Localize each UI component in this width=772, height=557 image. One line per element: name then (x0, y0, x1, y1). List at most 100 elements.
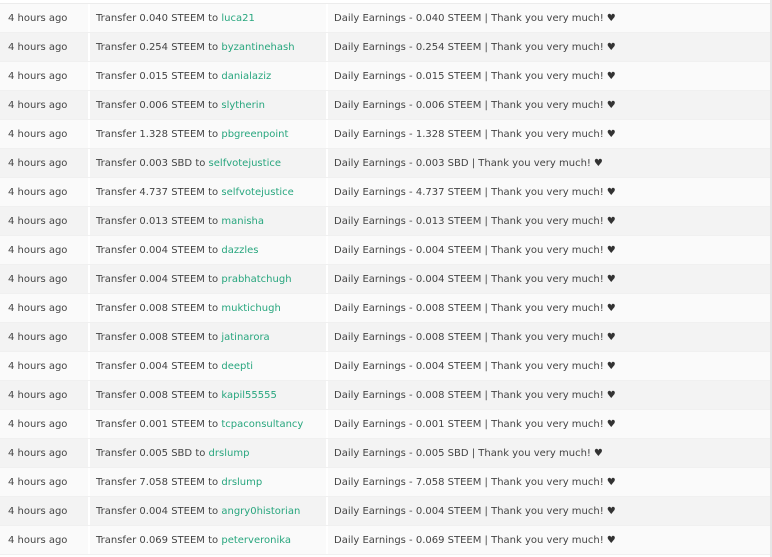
operation-label: Transfer (96, 186, 137, 198)
timestamp: 4 hours ago (8, 389, 68, 401)
operation-cell: Transfer 0.001 STEEM to tcpaconsultancy (88, 410, 326, 438)
table-row: 4 hours ago Transfer 0.004 STEEM to angry… (0, 497, 772, 526)
heart-icon: ♥ (606, 505, 616, 517)
recipient-account-link[interactable]: pbgreenpoint (221, 129, 288, 140)
operation-label: Transfer (96, 215, 137, 227)
memo-text: Daily Earnings - 0.004 STEEM | Thank you… (334, 505, 604, 517)
operation-label: Transfer (96, 244, 137, 256)
memo-cell: Daily Earnings - 0.040 STEEM | Thank you… (326, 4, 772, 32)
operation-cell: Transfer 0.013 STEEM to manisha (88, 207, 326, 235)
heart-icon: ♥ (606, 389, 616, 401)
memo-cell: Daily Earnings - 0.008 STEEM | Thank you… (326, 294, 772, 322)
recipient-account-link[interactable]: tcpaconsultancy (221, 419, 303, 430)
operation-cell: Transfer 0.003 SBD to selfvotejustice (88, 149, 326, 177)
to-label: to (208, 12, 219, 24)
recipient-account-link[interactable]: peterveronika (221, 535, 291, 546)
recipient-account-link[interactable]: slytherin (221, 100, 265, 111)
to-label: to (208, 389, 219, 401)
timestamp-cell: 4 hours ago (0, 236, 88, 264)
timestamp: 4 hours ago (8, 418, 68, 430)
operation-cell: Transfer 0.008 STEEM to kapil55555 (88, 381, 326, 409)
table-row: 4 hours ago Transfer 0.015 STEEM to dania… (0, 62, 772, 91)
timestamp-cell: 4 hours ago (0, 207, 88, 235)
table-row: 4 hours ago Transfer 0.254 STEEM to byzan… (0, 33, 772, 62)
recipient-account-link[interactable]: selfvotejustice (209, 158, 281, 169)
to-label: to (208, 70, 219, 82)
memo-text: Daily Earnings - 0.003 SBD | Thank you v… (334, 157, 591, 169)
operation-cell: Transfer 0.015 STEEM to danialaziz (88, 62, 326, 90)
to-label: to (208, 476, 219, 488)
timestamp: 4 hours ago (8, 331, 68, 343)
transfer-amount: 0.004 STEEM (139, 273, 205, 285)
memo-cell: Daily Earnings - 0.001 STEEM | Thank you… (326, 410, 772, 438)
recipient-account-link[interactable]: selfvotejustice (221, 187, 293, 198)
timestamp-cell: 4 hours ago (0, 410, 88, 438)
memo-cell: Daily Earnings - 0.069 STEEM | Thank you… (326, 526, 772, 554)
timestamp-cell: 4 hours ago (0, 178, 88, 206)
memo-text: Daily Earnings - 0.006 STEEM | Thank you… (334, 99, 604, 111)
recipient-account-link[interactable]: muktichugh (221, 303, 280, 314)
recipient-account-link[interactable]: jatinarora (221, 332, 269, 343)
memo-cell: Daily Earnings - 0.013 STEEM | Thank you… (326, 207, 772, 235)
to-label: to (208, 505, 219, 517)
recipient-account-link[interactable]: drslump (209, 448, 250, 459)
recipient-account-link[interactable]: dazzles (221, 245, 258, 256)
memo-cell: Daily Earnings - 0.008 STEEM | Thank you… (326, 323, 772, 351)
memo-cell: Daily Earnings - 1.328 STEEM | Thank you… (326, 120, 772, 148)
heart-icon: ♥ (606, 476, 616, 488)
memo-cell: Daily Earnings - 0.006 STEEM | Thank you… (326, 91, 772, 119)
operation-label: Transfer (96, 447, 137, 459)
timestamp: 4 hours ago (8, 505, 68, 517)
transfer-amount: 0.013 STEEM (139, 215, 205, 227)
to-label: to (208, 418, 219, 430)
memo-text: Daily Earnings - 0.001 STEEM | Thank you… (334, 418, 604, 430)
transfer-amount: 0.003 SBD (139, 157, 193, 169)
memo-cell: Daily Earnings - 0.254 STEEM | Thank you… (326, 33, 772, 61)
recipient-account-link[interactable]: kapil55555 (221, 390, 276, 401)
table-row: 4 hours ago Transfer 0.013 STEEM to manis… (0, 207, 772, 236)
timestamp: 4 hours ago (8, 99, 68, 111)
operation-label: Transfer (96, 534, 137, 546)
recipient-account-link[interactable]: deepti (221, 361, 253, 372)
timestamp-cell: 4 hours ago (0, 294, 88, 322)
table-row: 4 hours ago Transfer 0.004 STEEM to prabh… (0, 265, 772, 294)
recipient-account-link[interactable]: manisha (221, 216, 264, 227)
operation-cell: Transfer 0.004 STEEM to angry0historian (88, 497, 326, 525)
heart-icon: ♥ (606, 12, 616, 24)
memo-cell: Daily Earnings - 7.058 STEEM | Thank you… (326, 468, 772, 496)
memo-text: Daily Earnings - 7.058 STEEM | Thank you… (334, 476, 604, 488)
operation-cell: Transfer 0.006 STEEM to slytherin (88, 91, 326, 119)
to-label: to (208, 273, 219, 285)
operation-label: Transfer (96, 273, 137, 285)
operation-cell: Transfer 0.004 STEEM to deepti (88, 352, 326, 380)
memo-text: Daily Earnings - 1.328 STEEM | Thank you… (334, 128, 604, 140)
recipient-account-link[interactable]: byzantinehash (221, 42, 294, 53)
timestamp-cell: 4 hours ago (0, 468, 88, 496)
heart-icon: ♥ (606, 70, 616, 82)
operation-cell: Transfer 0.254 STEEM to byzantinehash (88, 33, 326, 61)
table-row: 4 hours ago Transfer 0.008 STEEM to mukti… (0, 294, 772, 323)
operation-label: Transfer (96, 418, 137, 430)
recipient-account-link[interactable]: danialaziz (221, 71, 271, 82)
memo-text: Daily Earnings - 0.004 STEEM | Thank you… (334, 273, 604, 285)
recipient-account-link[interactable]: drslump (221, 477, 262, 488)
memo-cell: Daily Earnings - 0.005 SBD | Thank you v… (326, 439, 772, 467)
heart-icon: ♥ (593, 157, 603, 169)
operation-label: Transfer (96, 12, 137, 24)
recipient-account-link[interactable]: prabhatchugh (221, 274, 291, 285)
operation-label: Transfer (96, 360, 137, 372)
recipient-account-link[interactable]: luca21 (221, 13, 254, 24)
heart-icon: ♥ (606, 41, 616, 53)
operation-label: Transfer (96, 505, 137, 517)
heart-icon: ♥ (606, 418, 616, 430)
table-row: 4 hours ago Transfer 0.040 STEEM to luca2… (0, 4, 772, 33)
timestamp-cell: 4 hours ago (0, 62, 88, 90)
transfer-history-table: 4 hours ago Transfer 0.040 STEEM to luca2… (0, 3, 772, 555)
heart-icon: ♥ (606, 331, 616, 343)
memo-text: Daily Earnings - 0.069 STEEM | Thank you… (334, 534, 604, 546)
timestamp: 4 hours ago (8, 215, 68, 227)
operation-label: Transfer (96, 476, 137, 488)
recipient-account-link[interactable]: angry0historian (221, 506, 300, 517)
memo-text: Daily Earnings - 0.254 STEEM | Thank you… (334, 41, 604, 53)
heart-icon: ♥ (606, 186, 616, 198)
